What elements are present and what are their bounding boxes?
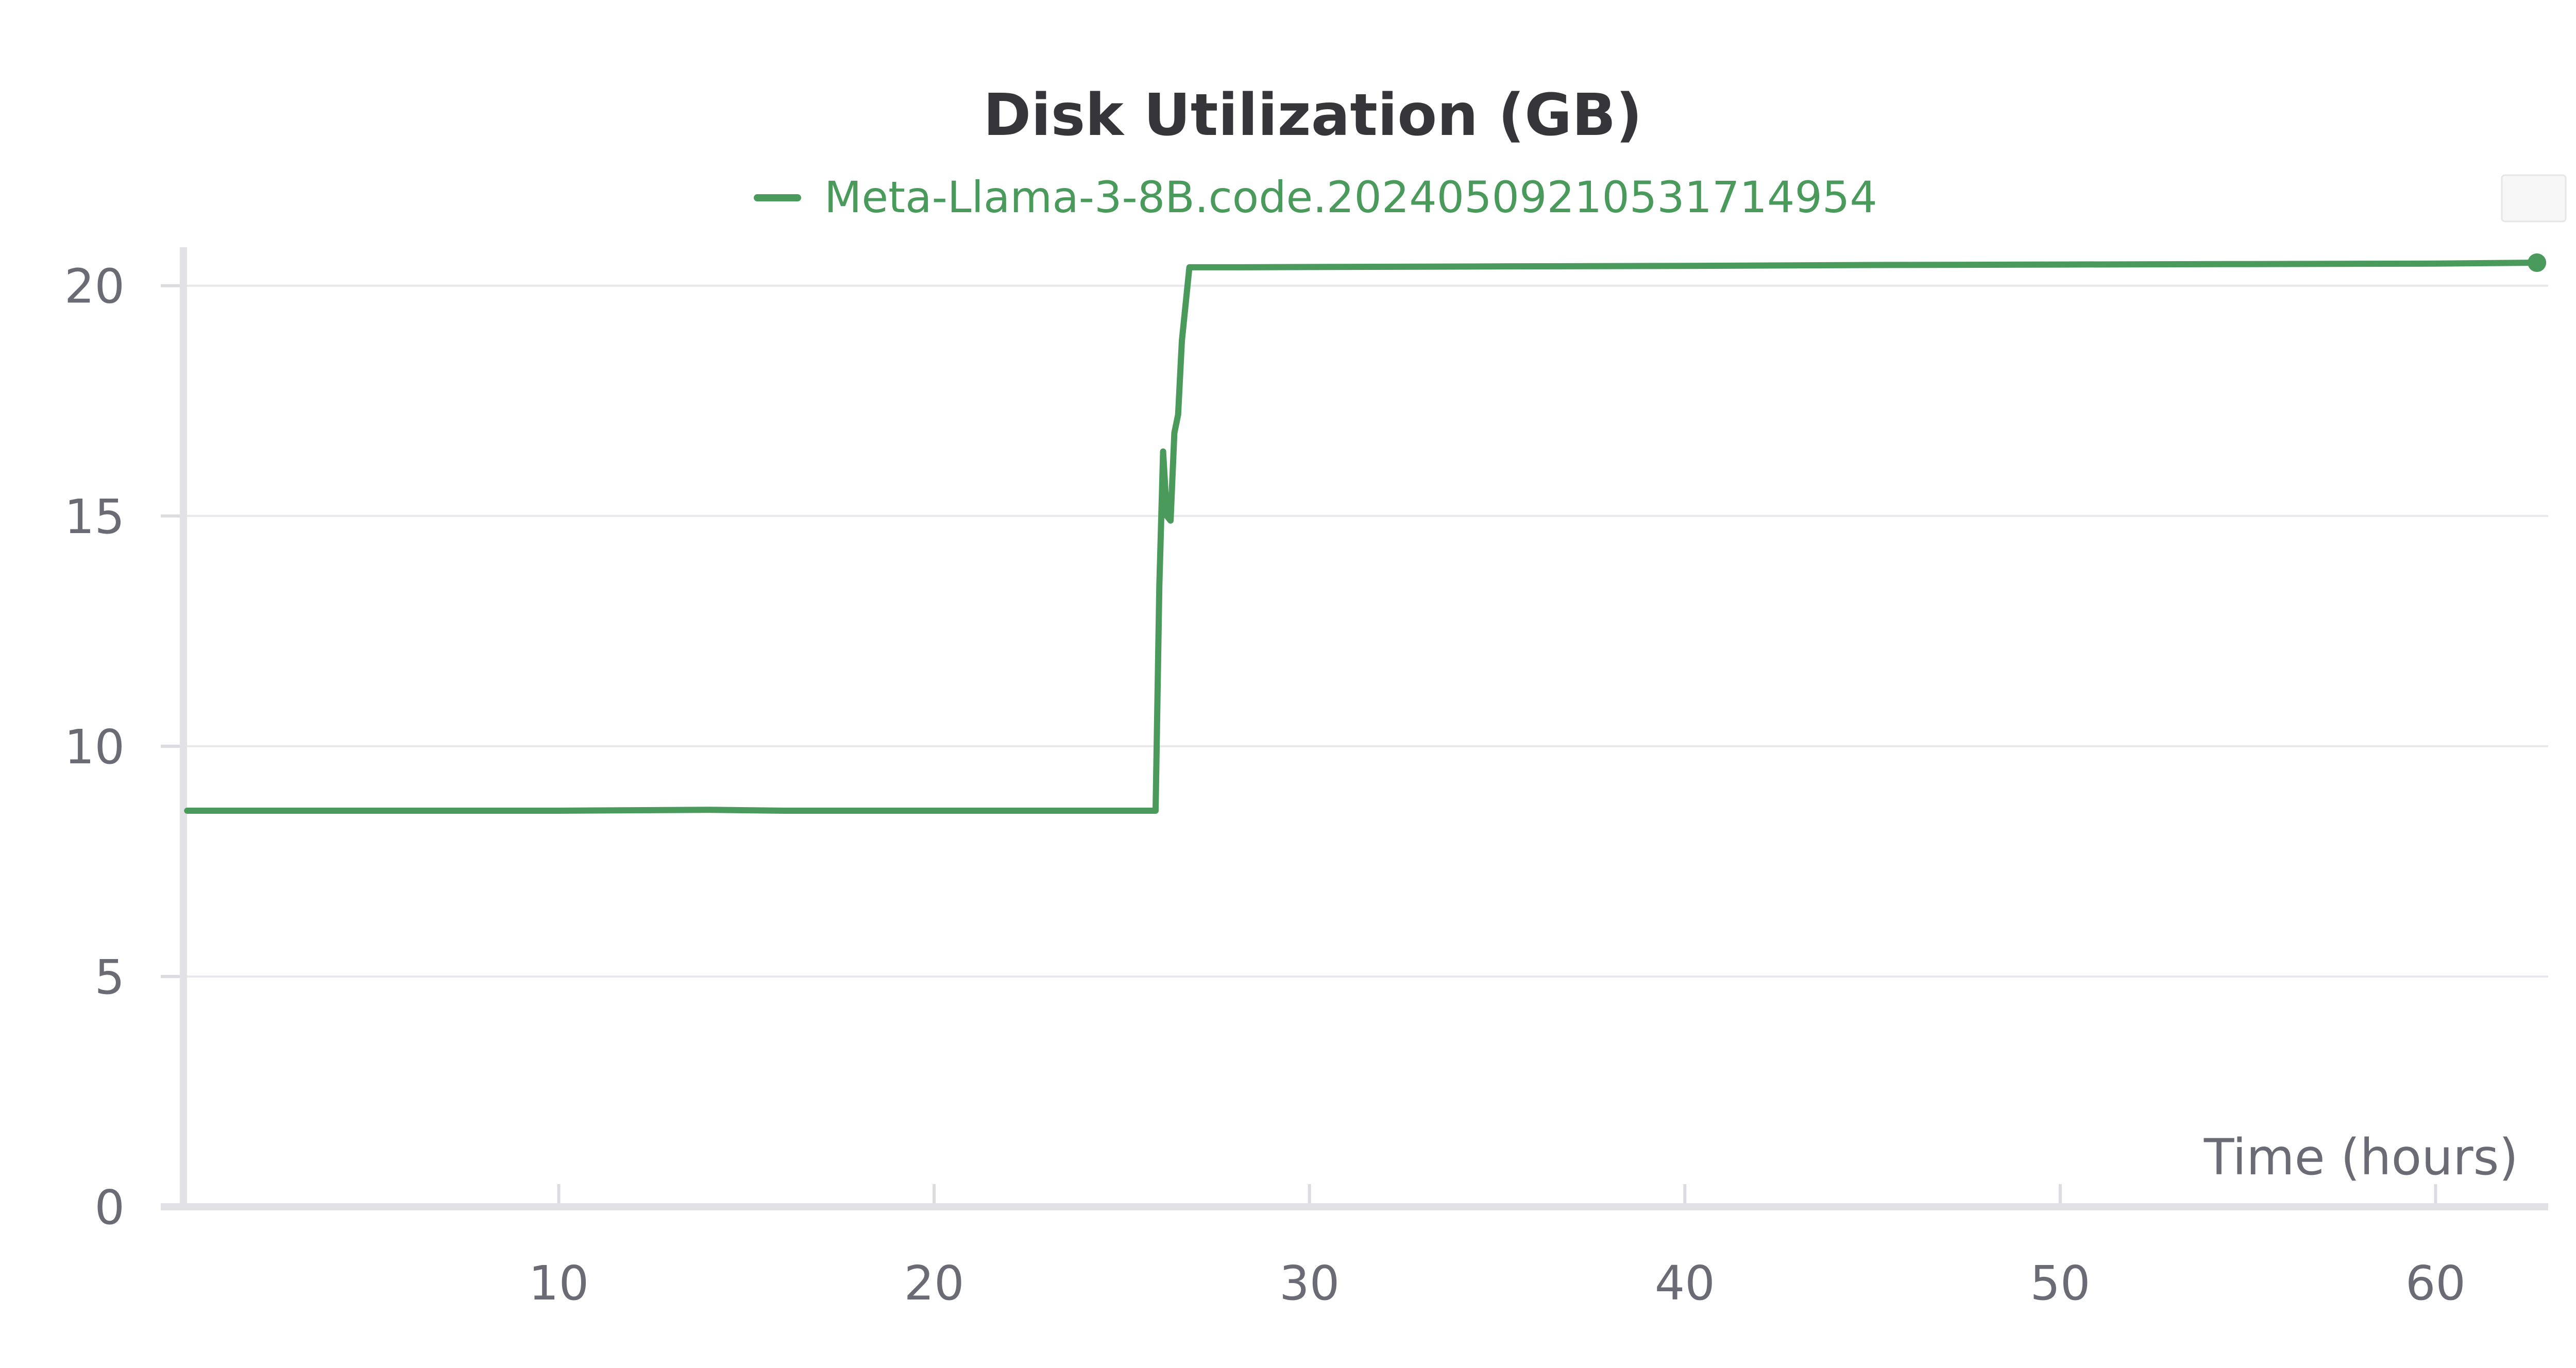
x-tick-label: 60 xyxy=(2405,1256,2466,1311)
chart: 0 5 10 15 20 10 20 30 40 50 60 Disk Utilization (G… xyxy=(0,0,2576,1368)
axes: 0 5 10 15 20 10 20 30 40 50 60 xyxy=(64,247,2548,1311)
y-tick-label: 0 xyxy=(94,1180,125,1235)
y-tick-label: 5 xyxy=(94,950,125,1005)
chart-canvas: 0 5 10 15 20 10 20 30 40 50 60 Disk Utilization (G… xyxy=(64,82,2567,1311)
x-tick-label: 40 xyxy=(1655,1256,1715,1311)
chart-title: Disk Utilization (GB) xyxy=(983,82,1642,149)
series-end-point[interactable] xyxy=(2528,253,2547,272)
x-tick-label: 30 xyxy=(1279,1256,1340,1311)
y-tick-label: 15 xyxy=(64,489,125,544)
x-axis-title: Time (hours) xyxy=(2204,1128,2518,1186)
grid xyxy=(183,284,2548,978)
y-tick-label: 10 xyxy=(64,720,125,775)
x-tick-label: 50 xyxy=(2030,1256,2090,1311)
legend[interactable]: Meta-Llama-3-8B.code.2024050921053171495… xyxy=(754,172,1877,223)
x-tick-label: 20 xyxy=(904,1256,964,1311)
series-line[interactable] xyxy=(184,260,2540,814)
legend-label: Meta-Llama-3-8B.code.2024050921053171495… xyxy=(824,172,1877,223)
series-layer xyxy=(184,253,2547,814)
x-tick-label: 10 xyxy=(529,1256,589,1311)
y-tick-label: 20 xyxy=(64,259,125,314)
legend-scroll-control[interactable] xyxy=(2501,174,2567,223)
